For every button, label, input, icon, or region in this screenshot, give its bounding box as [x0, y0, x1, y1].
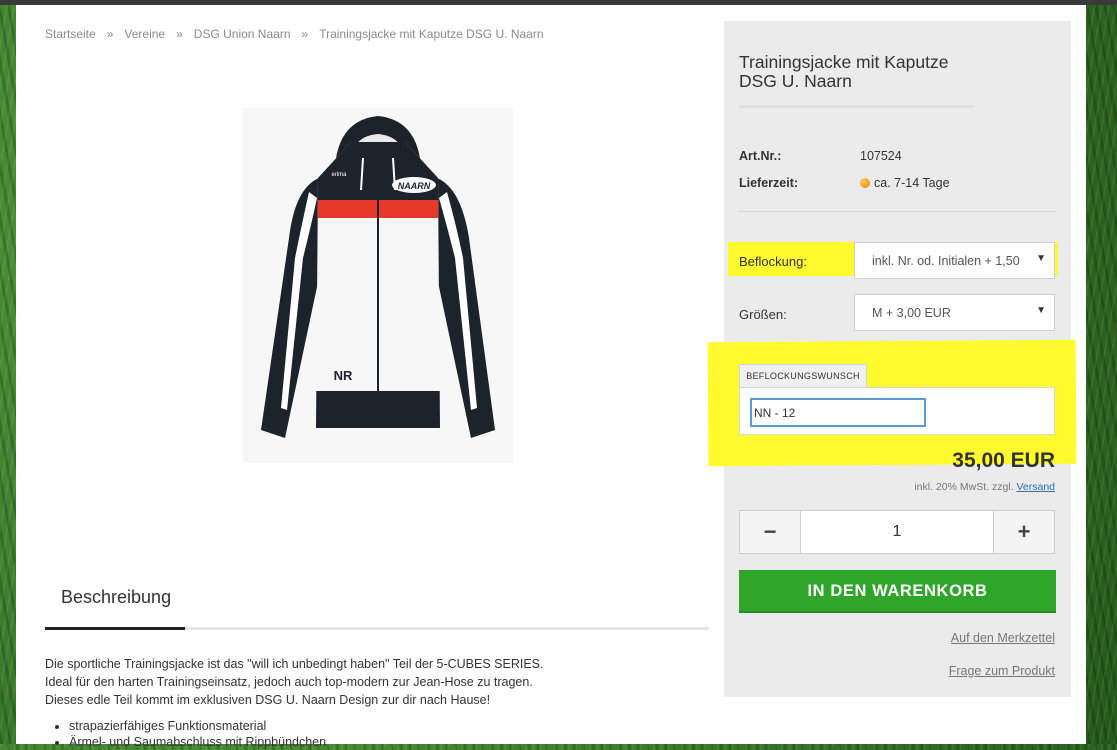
tax-note: inkl. 20% MwSt. zzgl. Versand [914, 481, 1055, 493]
tab-beschreibung[interactable]: Beschreibung [45, 575, 185, 630]
breadcrumb-separator: » [301, 27, 309, 41]
divider [739, 211, 1056, 212]
jacket-print-text: NR [334, 368, 353, 383]
delivery-status-icon [860, 178, 870, 188]
beflockungswunsch-input[interactable] [750, 398, 926, 427]
brand-text: erima [331, 172, 347, 178]
beflockung-selected: inkl. Nr. od. Initialen + 1,50 EUR [872, 254, 1024, 268]
quantity-decrease-button[interactable]: − [740, 511, 801, 553]
feature-item: Ärmel- und Saumabschluss mit Rippbündche… [69, 734, 705, 750]
groessen-label: Größen: [739, 307, 787, 322]
breadcrumb-separator: » [176, 27, 183, 41]
delivery-label: Lieferzeit: [739, 176, 799, 190]
breadcrumb-home[interactable]: Startseite [45, 27, 96, 41]
description-line: Die sportliche Trainingsjacke ist das "w… [45, 657, 544, 671]
beflockung-label: Beflockung: [739, 254, 807, 269]
feature-item: strapazierfähiges Funktionsmaterial [69, 718, 705, 734]
description-line: Dieses edle Teil kommt im exklusiven DSG… [45, 693, 491, 707]
product-question-link[interactable]: Frage zum Produkt [949, 664, 1055, 678]
breadcrumb-separator: » [106, 27, 114, 41]
wishlist-link[interactable]: Auf den Merkzettel [951, 631, 1055, 645]
description-line: Ideal für den harten Trainingseinsatz, j… [45, 675, 533, 689]
art-nr-label: Art.Nr.: [739, 149, 782, 163]
quantity-increase-button[interactable]: + [993, 511, 1054, 553]
product-title-line: DSG U. Naarn [739, 71, 852, 91]
buy-box: Trainingsjacke mit Kaputze DSG U. Naarn … [707, 21, 1077, 697]
groessen-select[interactable]: M + 3,00 EUR ▼ [854, 294, 1055, 331]
logo-text: NAARN [398, 181, 431, 191]
quantity-input[interactable]: 1 [800, 511, 994, 553]
breadcrumb-vereine[interactable]: Vereine [124, 27, 165, 41]
chevron-down-icon: ▼ [1036, 253, 1046, 264]
groessen-selected: M + 3,00 EUR [872, 306, 951, 320]
breadcrumb-current: Trainingsjacke mit Kaputze DSG U. Naarn [319, 27, 544, 41]
art-nr-row: Art.Nr.: 107524 [739, 149, 902, 163]
quantity-stepper: − 1 + [739, 510, 1055, 554]
delivery-value: ca. 7-14 Tage [874, 176, 950, 190]
tax-text: inkl. 20% MwSt. zzgl. [914, 481, 1014, 493]
add-to-cart-button[interactable]: IN DEN WARENKORB [739, 570, 1056, 613]
tab-beschreibung-label: Beschreibung [61, 587, 172, 607]
delivery-row: Lieferzeit: ca. 7-14 Tage [739, 176, 950, 190]
product-price: 35,00 EUR [952, 449, 1055, 472]
breadcrumb: Startseite » Vereine » DSG Union Naarn » Train… [45, 27, 544, 41]
breadcrumb-club[interactable]: DSG Union Naarn [194, 27, 291, 41]
product-description: Die sportliche Trainingsjacke ist das "w… [45, 655, 705, 750]
tab-beflockungswunsch[interactable]: BEFLOCKUNGSWUNSCH [739, 364, 867, 388]
jacket-illustration: NAARN erima NR [261, 116, 495, 438]
product-image[interactable]: NAARN erima NR [243, 108, 513, 463]
shipping-link[interactable]: Versand [1016, 481, 1055, 493]
product-title-line: Trainingsjacke mit Kaputze [739, 52, 949, 72]
beflockung-select[interactable]: inkl. Nr. od. Initialen + 1,50 EUR ▼ [854, 242, 1055, 279]
chevron-down-icon: ▼ [1036, 305, 1046, 316]
product-title: Trainingsjacke mit Kaputze DSG U. Naarn [739, 53, 979, 91]
product-page: Startseite » Vereine » DSG Union Naarn » Train… [16, 5, 1086, 749]
title-divider [739, 105, 975, 108]
feature-list: strapazierfähiges Funktionsmaterial Ärme… [45, 718, 705, 750]
art-nr-value: 107524 [860, 149, 902, 163]
beflockungswunsch-panel [739, 387, 1055, 435]
product-tabs: Beschreibung [45, 575, 709, 630]
